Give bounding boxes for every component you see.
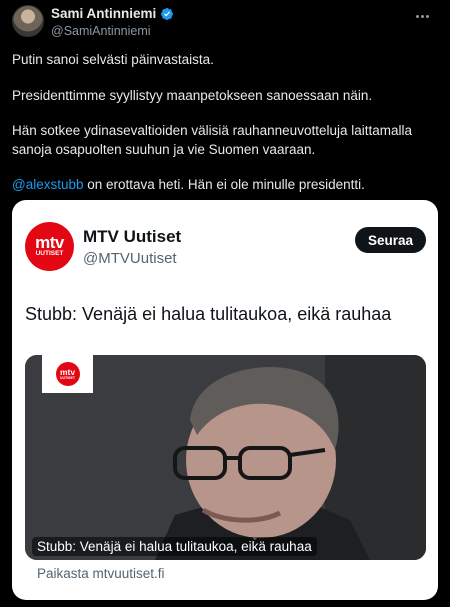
watermark-logo-text: mtv: [59, 367, 76, 377]
verified-badge-icon: [161, 7, 174, 20]
quoted-handle[interactable]: @MTVUutiset: [83, 250, 177, 267]
logo-subtext: UUTISET: [35, 250, 64, 257]
tweet-paragraph-1: Putin sanoi selvästi päinvastaista.: [12, 52, 214, 67]
mtv-watermark-logo: mtv UUTISET: [42, 355, 93, 393]
mtv-uutiset-avatar[interactable]: mtv UUTISET: [25, 222, 74, 271]
quoted-card[interactable]: mtv UUTISET MTV Uutiset @MTVUutiset Seur…: [12, 200, 438, 600]
tweet-paragraph-3-line-2: sanoja osapuolten suuhun ja vie Suomen v…: [12, 142, 316, 157]
author-avatar[interactable]: [12, 5, 44, 37]
quoted-display-name[interactable]: MTV Uutiset: [83, 227, 181, 247]
tweet-paragraph-4: @alexstubb on erottava heti. Hän ei ole …: [12, 175, 365, 194]
image-caption: Stubb: Venäjä ei halua tulitaukoa, eikä …: [32, 537, 317, 556]
tweet-header: Sami Antinniemi @SamiAntinniemi: [12, 5, 438, 45]
tweet-paragraph-2: Presidenttimme syyllistyy maanpetokseen …: [12, 88, 373, 103]
mention-link[interactable]: @alexstubb: [12, 177, 84, 192]
watermark-logo-subtext: UUTISET: [60, 376, 75, 380]
author-handle[interactable]: @SamiAntinniemi: [51, 24, 151, 38]
logo-text: mtv: [35, 233, 64, 252]
tweet-paragraph-4-text: on erottava heti. Hän ei ole minulle pre…: [83, 177, 365, 192]
author-name-row: Sami Antinniemi: [51, 6, 174, 21]
more-horizontal-icon[interactable]: [410, 8, 434, 24]
quoted-text: Stubb: Venäjä ei halua tulitaukoa, eikä …: [25, 304, 392, 324]
follow-button[interactable]: Seuraa: [354, 227, 426, 253]
tweet-paragraph-3: Hän sotkee ydinasevaltioiden välisiä rau…: [12, 121, 412, 159]
tweet-paragraph-3-line-1: Hän sotkee ydinasevaltioiden välisiä rau…: [12, 123, 412, 138]
author-display-name[interactable]: Sami Antinniemi: [51, 6, 156, 21]
article-image[interactable]: mtv UUTISET Stubb: Venäjä ei halua tulit…: [25, 355, 426, 560]
link-source[interactable]: Paikasta mtvuutiset.fi: [37, 566, 165, 581]
